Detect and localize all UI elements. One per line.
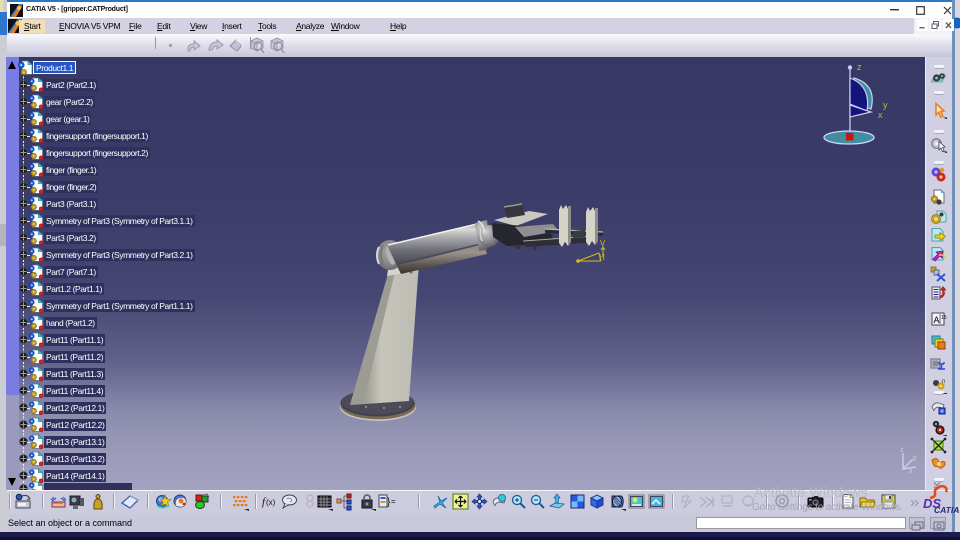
svg-text:y: y bbox=[913, 455, 917, 462]
svg-text:H: H bbox=[599, 253, 605, 262]
svg-text:15: 15 bbox=[941, 315, 947, 321]
svg-text:A: A bbox=[934, 315, 940, 325]
svg-text:z: z bbox=[900, 447, 904, 454]
svg-text:V: V bbox=[600, 239, 606, 248]
svg-text:=: = bbox=[391, 497, 396, 506]
svg-text:x: x bbox=[909, 468, 913, 475]
svg-text:n: n bbox=[942, 379, 945, 385]
svg-text:y: y bbox=[883, 100, 888, 110]
svg-text:(x): (x) bbox=[266, 498, 276, 507]
svg-text:x: x bbox=[878, 110, 883, 120]
svg-text:z: z bbox=[857, 62, 862, 72]
